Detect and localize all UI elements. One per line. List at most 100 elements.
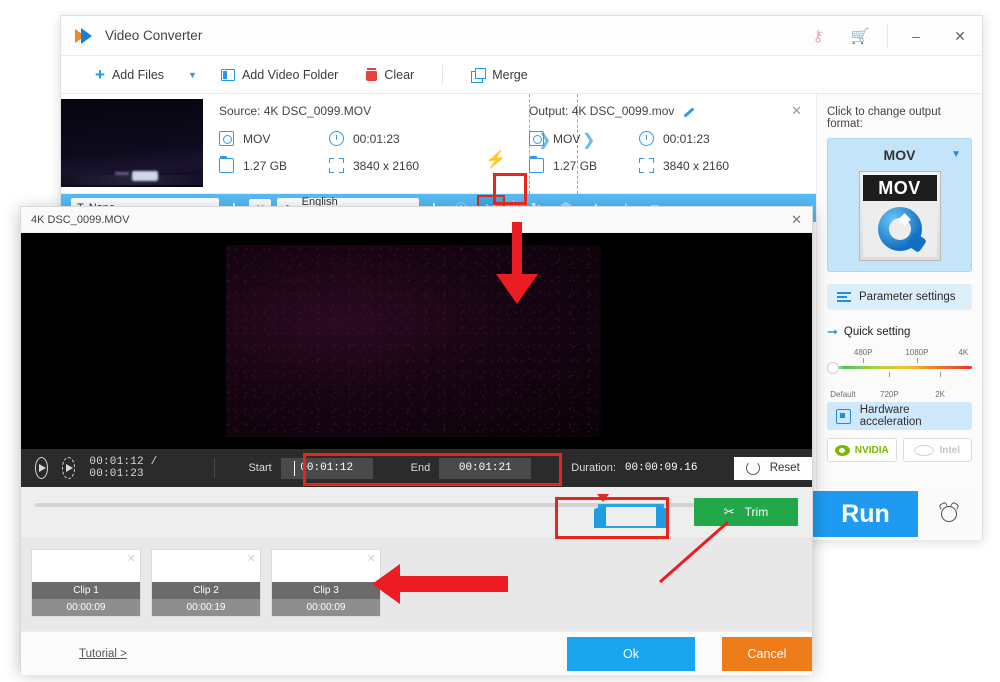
file-format-icon [529, 131, 544, 146]
scissors-icon: ✂ [724, 504, 735, 520]
duration-label: Duration: [571, 462, 616, 474]
intel-icon [914, 445, 934, 456]
total-time: 00:01:23 [89, 468, 143, 480]
step-forward-button[interactable] [62, 457, 75, 479]
cancel-button[interactable]: Cancel [722, 637, 812, 671]
alarm-clock-icon [941, 506, 957, 522]
start-time-group: Start 00:01:12 [248, 458, 372, 479]
tick-default: Default [830, 390, 855, 399]
clear-label: Clear [384, 68, 414, 82]
clear-button[interactable]: Clear [352, 56, 428, 94]
output-size: 1.27 GB [529, 158, 639, 173]
duration-group: Duration: 00:00:09.16 [571, 462, 697, 474]
edit-pencil-icon[interactable] [682, 105, 695, 118]
folder-icon [221, 69, 235, 81]
close-icon[interactable]: ✕ [247, 552, 256, 565]
output-duration: 00:01:23 [639, 131, 710, 146]
video-thumbnail[interactable] [61, 99, 203, 187]
quality-slider-rail[interactable] [827, 366, 972, 369]
close-icon[interactable]: ✕ [367, 552, 376, 565]
video-preview[interactable] [21, 233, 812, 449]
tick-2k: 2K [935, 390, 945, 399]
end-time-group: End 00:01:21 [411, 458, 532, 479]
player-controls: 00:01:12 / 00:01:23 Start 00:01:12 End 0… [21, 449, 812, 487]
source-resolution-value: 3840 x 2160 [353, 159, 419, 173]
clip-item[interactable]: ✕ Clip 2 00:00:19 [151, 549, 261, 617]
add-video-folder-button[interactable]: Add Video Folder [207, 56, 352, 94]
quicktime-logo-icon [878, 207, 922, 251]
trim-button-label: Trim [745, 505, 769, 519]
clip-duration: 00:00:19 [152, 599, 260, 616]
hardware-acceleration-label: Hardware acceleration [860, 404, 972, 428]
folder-size-icon [529, 158, 544, 173]
merge-label: Merge [492, 68, 527, 82]
arrow-right-icon: ➞ [827, 324, 838, 340]
alarm-clock-button[interactable] [925, 491, 973, 537]
source-duration: 00:01:23 [329, 131, 400, 146]
tutorial-link[interactable]: Tutorial > [79, 648, 127, 660]
cart-icon[interactable]: 🛒 [839, 16, 881, 56]
chevron-down-icon[interactable]: ▼ [951, 149, 961, 160]
divider [887, 25, 888, 47]
ok-button[interactable]: Ok [567, 637, 695, 671]
start-time-value: 00:01:12 [300, 462, 353, 474]
reset-label: Reset [770, 462, 800, 474]
timeline-track[interactable] [35, 503, 798, 507]
trim-selection-handles[interactable] [594, 498, 668, 528]
preview-frame [226, 245, 601, 437]
dialog-footer: Tutorial > Ok Cancel [21, 631, 812, 675]
key-icon[interactable]: ⚷ [797, 16, 839, 56]
change-format-label: Click to change output format: [827, 106, 972, 130]
end-time-input[interactable]: 00:01:21 [439, 458, 531, 479]
add-files-label: Add Files [112, 68, 164, 82]
hardware-acceleration-button[interactable]: Hardware acceleration [827, 402, 972, 430]
trim-handle-right[interactable] [656, 504, 668, 528]
add-files-button[interactable]: + Add Files [81, 56, 178, 94]
clip-duration: 00:00:09 [32, 599, 140, 616]
parameter-settings-label: Parameter settings [859, 291, 956, 303]
minimize-button[interactable]: – [894, 16, 938, 56]
source-duration-value: 00:01:23 [353, 132, 400, 146]
format-icon-text: MOV [863, 175, 937, 201]
tick-1080p: 1080P [905, 348, 928, 357]
output-format-selector[interactable]: MOV ▼ MOV [827, 138, 972, 272]
clip-name: Clip 1 [32, 582, 140, 599]
trim-button[interactable]: ✂ Trim [694, 498, 798, 526]
parameter-settings-button[interactable]: Parameter settings [827, 284, 972, 310]
remove-file-button[interactable]: ✕ [791, 103, 802, 119]
gpu-intel-button[interactable]: Intel [903, 438, 973, 462]
clip-item[interactable]: ✕ Clip 3 00:00:09 [271, 549, 381, 617]
source-resolution: 3840 x 2160 [329, 158, 419, 173]
output-format-value: MOV [553, 132, 580, 146]
gpu-nvidia-button[interactable]: NVIDIA [827, 438, 897, 462]
format-icon: MOV [859, 171, 941, 261]
output-size-value: 1.27 GB [553, 159, 597, 173]
title-bar: Video Converter ⚷ 🛒 – ✕ [61, 16, 982, 56]
source-size-value: 1.27 GB [243, 159, 287, 173]
clip-name: Clip 2 [152, 582, 260, 599]
merge-icon [471, 68, 485, 82]
merge-button[interactable]: Merge [457, 56, 541, 94]
timeline[interactable]: ✂ Trim [21, 487, 812, 539]
gpu-intel-label: Intel [939, 445, 960, 456]
close-icon[interactable]: ✕ [127, 552, 136, 565]
duration-value: 00:00:09.16 [625, 462, 698, 474]
start-label: Start [248, 462, 271, 474]
add-files-dropdown-icon[interactable]: ▼ [178, 70, 207, 80]
output-settings-panel: Click to change output format: MOV ▼ MOV… [816, 94, 982, 540]
dialog-close-button[interactable]: ✕ [791, 212, 802, 228]
reset-button[interactable]: Reset [734, 457, 812, 480]
end-time-value: 00:01:21 [459, 462, 512, 474]
main-toolbar: + Add Files ▼ Add Video Folder Clear Mer… [61, 56, 982, 94]
trim-handle-left[interactable] [594, 504, 606, 528]
close-button[interactable]: ✕ [938, 16, 982, 56]
output-resolution: 3840 x 2160 [639, 158, 729, 173]
play-button[interactable] [35, 457, 48, 479]
quality-slider[interactable]: 480P 1080P 4K Default 720P 2K [827, 352, 972, 386]
run-button[interactable]: Run [813, 491, 918, 537]
start-time-input[interactable]: 00:01:12 [281, 458, 373, 479]
window-controls: ⚷ 🛒 – ✕ [797, 16, 982, 56]
clip-item[interactable]: ✕ Clip 1 00:00:09 [31, 549, 141, 617]
quality-slider-knob[interactable] [827, 362, 839, 374]
output-format-name: MOV [828, 147, 971, 163]
